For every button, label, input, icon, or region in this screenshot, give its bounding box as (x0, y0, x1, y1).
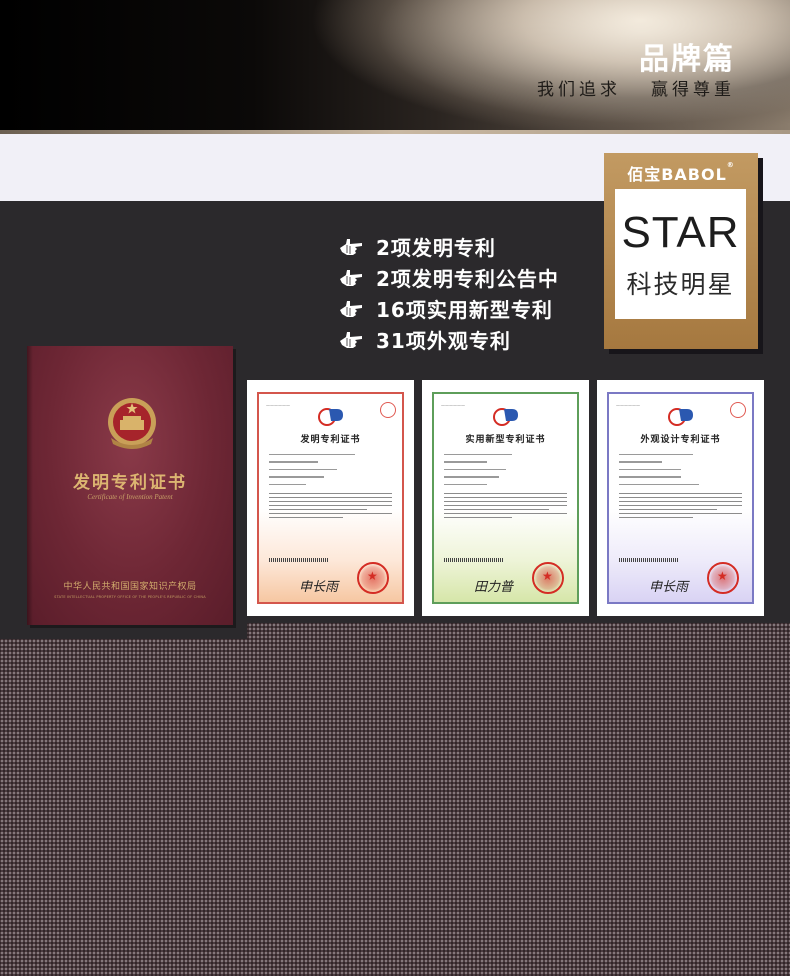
certificate-number: —————— (616, 403, 640, 408)
patent-label: 31项外观专利 (376, 329, 511, 353)
brand-logo: 佰宝BABOL® (604, 161, 758, 185)
official-seal (532, 562, 564, 594)
national-emblem-icon (108, 398, 156, 449)
badge-card: STAR 科技明星 (615, 189, 746, 319)
certificate-barcode (269, 558, 329, 562)
certificate-frame: —————— 实用新型专利证书 田力普 (432, 392, 579, 604)
panel-notch (0, 623, 247, 639)
pointing-hand-icon (340, 300, 362, 317)
official-seal (357, 562, 389, 594)
certificate-title: 外观设计专利证书 (640, 435, 721, 445)
invention-patent-certificate: —————— 发明专利证书 申长雨 (247, 380, 414, 616)
list-item: 2项发明专利 (338, 231, 559, 262)
patent-office-logo-icon (493, 408, 518, 426)
certificate-body (619, 454, 742, 521)
list-item: 31项外观专利 (338, 324, 559, 355)
book-issuer: 中华人民共和国国家知识产权局 (63, 582, 197, 592)
official-seal (707, 562, 739, 594)
patent-list: 2项发明专利 2项发明专利公告中 16项实用新型专利 31项外观专利 (338, 231, 559, 355)
header-banner: 品牌篇 我们追求 赢得尊重 (0, 0, 790, 134)
badge-subtitle: 科技明星 (626, 270, 735, 299)
patterned-background (0, 623, 790, 976)
certificate-body (444, 454, 567, 521)
list-item: 2项发明专利公告中 (338, 262, 559, 293)
design-patent-certificate: —————— 外观设计专利证书 申长雨 (597, 380, 764, 616)
certificate-frame: —————— 外观设计专利证书 申长雨 (607, 392, 754, 604)
certificate-signature: 申长雨 (299, 580, 339, 595)
corner-seal (730, 402, 746, 418)
pointing-hand-icon (340, 238, 362, 255)
patent-office-logo-icon (318, 408, 343, 426)
patent-label: 2项发明专利公告中 (376, 267, 559, 291)
banner-slogan: 我们追求 赢得尊重 (537, 75, 735, 100)
book-issuer-en: STATE INTELLECTUAL PROPERTY OFFICE OF TH… (54, 595, 206, 599)
slogan-right: 赢得尊重 (651, 80, 735, 100)
patent-label: 2项发明专利 (376, 236, 496, 260)
patent-office-logo-icon (668, 408, 693, 426)
brand-name: 佰宝BABOL (627, 165, 727, 184)
corner-seal (380, 402, 396, 418)
book-title: 发明专利证书 (73, 473, 187, 493)
patent-label: 16项实用新型专利 (376, 298, 553, 322)
certificate-signature: 申长雨 (649, 580, 689, 595)
certificate-body (269, 454, 392, 521)
certificate-barcode (619, 558, 679, 562)
pointing-hand-icon (340, 269, 362, 286)
badge-star-text: STAR (621, 208, 740, 257)
certificate-frame: —————— 发明专利证书 申长雨 (257, 392, 404, 604)
certificate-number: —————— (266, 403, 290, 408)
registered-mark: ® (726, 161, 735, 169)
patent-certificate-book: 发明专利证书 Certificate of Invention Patent 中… (27, 346, 233, 625)
book-subtitle: Certificate of Invention Patent (87, 493, 173, 501)
list-item: 16项实用新型专利 (338, 293, 559, 324)
pointing-hand-icon (340, 331, 362, 348)
certificate-number: —————— (441, 403, 465, 408)
certificate-title: 实用新型专利证书 (465, 435, 546, 445)
certificate-title: 发明专利证书 (300, 435, 361, 445)
utility-model-certificate: —————— 实用新型专利证书 田力普 (422, 380, 589, 616)
star-badge: 佰宝BABOL® STAR 科技明星 (604, 153, 758, 349)
slogan-left: 我们追求 (537, 80, 621, 100)
certificate-barcode (444, 558, 504, 562)
certificate-signature: 田力普 (474, 580, 514, 595)
page-title: 品牌篇 (639, 42, 735, 77)
